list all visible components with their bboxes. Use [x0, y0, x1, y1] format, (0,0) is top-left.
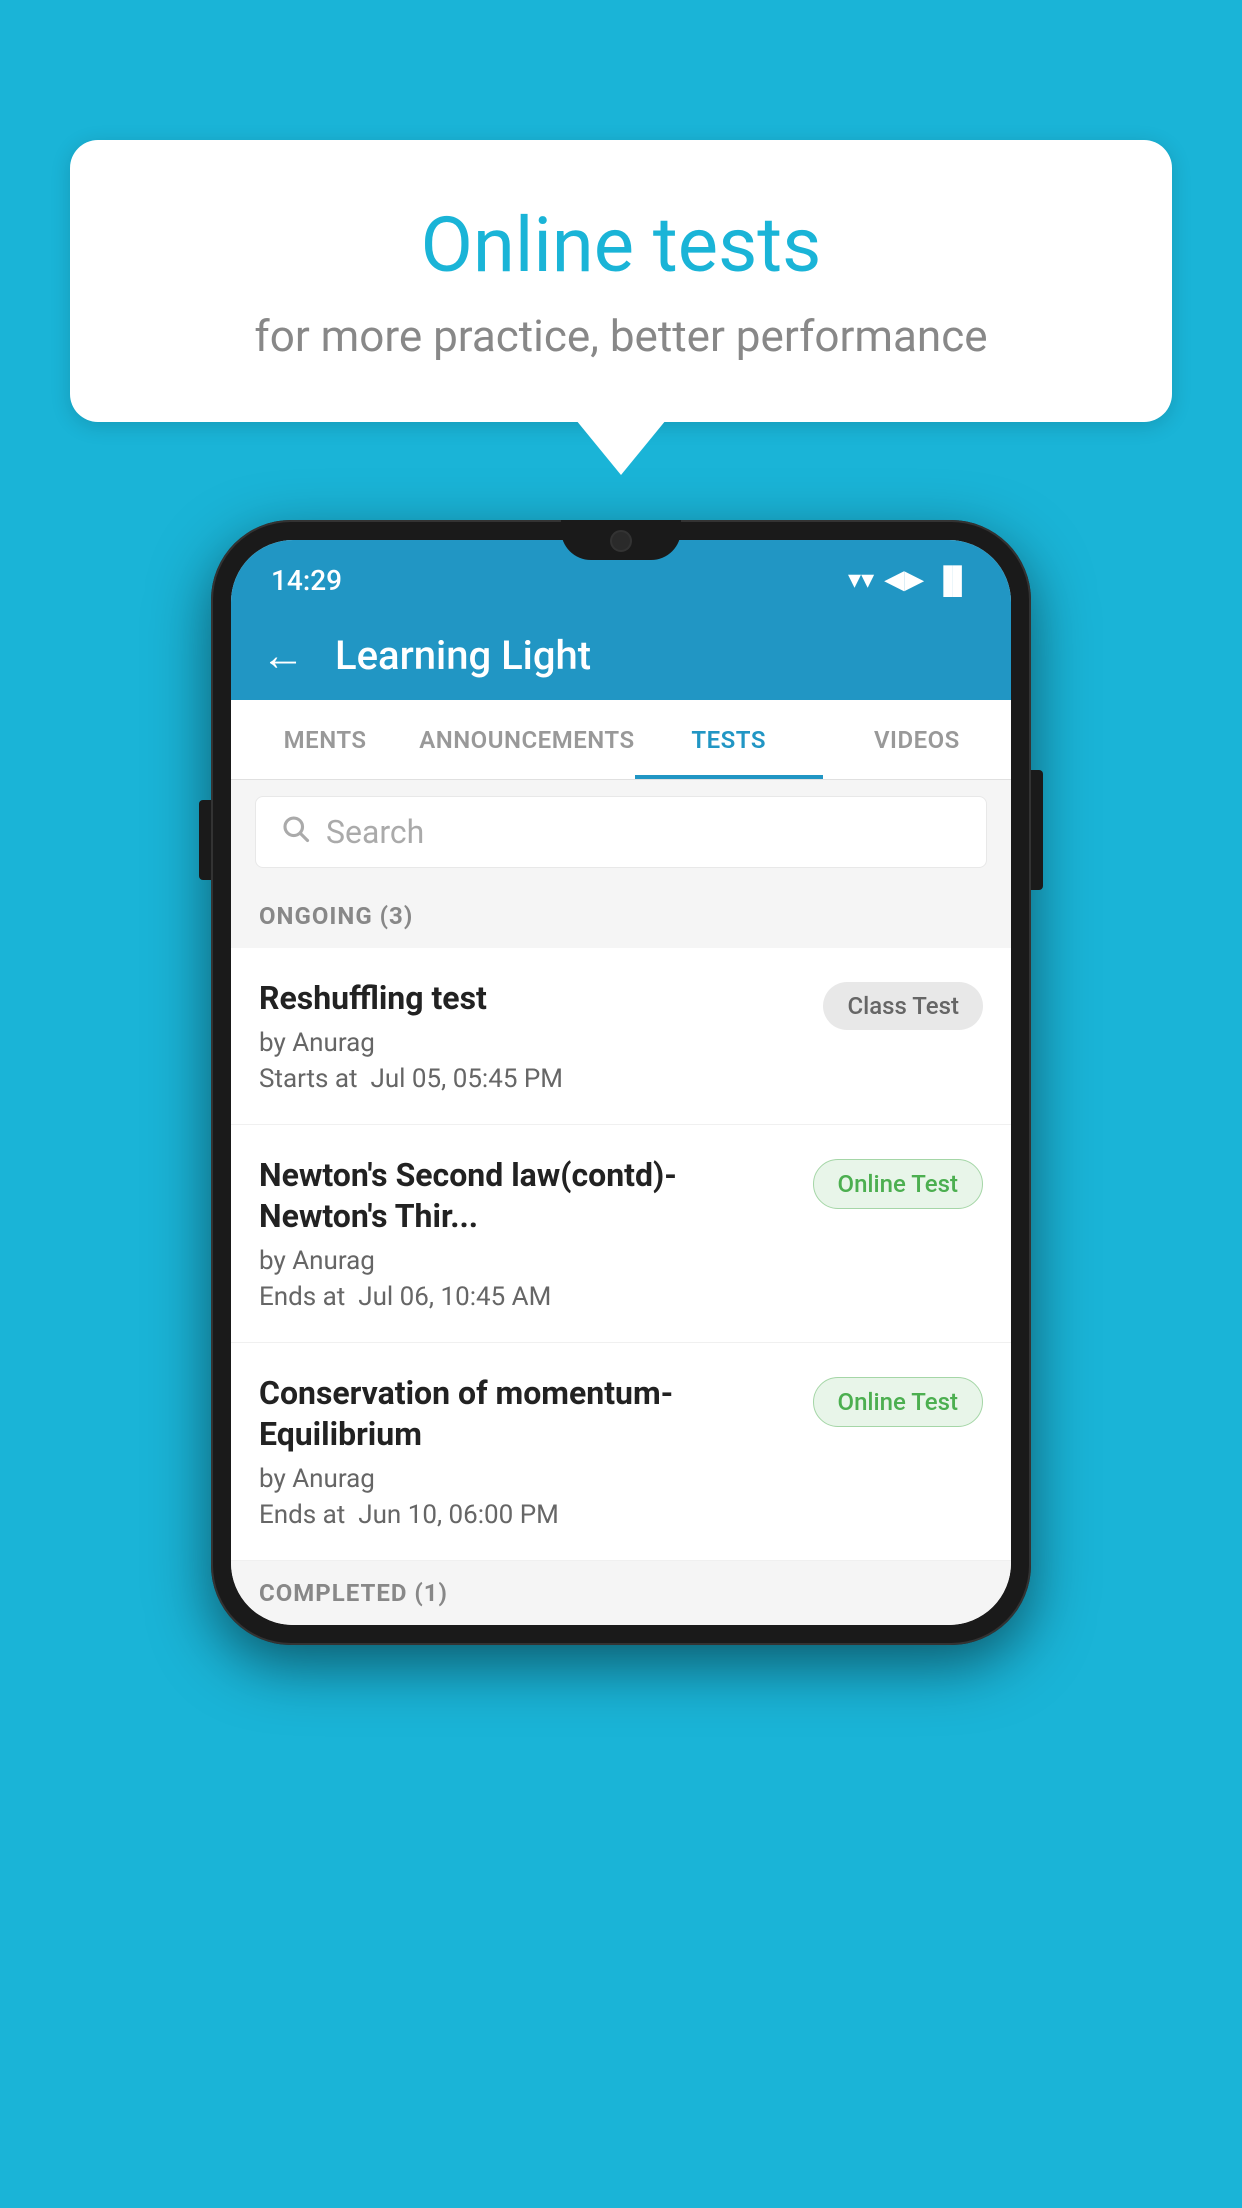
phone-wrapper: 14:29 ▾▾ ◀▶ ▐▌ ← Learning Light MENTS AN…: [211, 520, 1031, 1645]
tab-videos[interactable]: VIDEOS: [823, 700, 1011, 779]
test-item-3[interactable]: Conservation of momentum-Equilibrium by …: [231, 1343, 1011, 1561]
test-date-2: Ends at Jul 06, 10:45 AM: [259, 1282, 793, 1312]
tab-ments[interactable]: MENTS: [231, 700, 419, 779]
speech-bubble-container: Online tests for more practice, better p…: [70, 140, 1172, 475]
signal-icon: ◀▶: [884, 565, 924, 595]
speech-bubble: Online tests for more practice, better p…: [70, 140, 1172, 422]
back-arrow-icon[interactable]: ←: [261, 629, 305, 681]
speech-bubble-subtitle: for more practice, better performance: [150, 310, 1092, 362]
tab-announcements[interactable]: ANNOUNCEMENTS: [419, 700, 634, 779]
battery-icon: ▐▌: [934, 565, 971, 596]
test-name-3: Conservation of momentum-Equilibrium: [259, 1373, 793, 1456]
test-info-2: Newton's Second law(contd)-Newton's Thir…: [259, 1155, 813, 1312]
phone-screen: 14:29 ▾▾ ◀▶ ▐▌ ← Learning Light MENTS AN…: [231, 540, 1011, 1625]
test-name-2: Newton's Second law(contd)-Newton's Thir…: [259, 1155, 793, 1238]
status-icons: ▾▾ ◀▶ ▐▌: [848, 565, 971, 596]
search-container: Search: [231, 780, 1011, 884]
test-list: Reshuffling test by Anurag Starts at Jul…: [231, 948, 1011, 1561]
wifi-icon: ▾▾: [848, 565, 874, 595]
search-placeholder: Search: [326, 813, 424, 851]
tab-tests[interactable]: TESTS: [635, 700, 823, 779]
search-icon: [280, 813, 310, 851]
search-input-wrapper[interactable]: Search: [255, 796, 987, 868]
speech-bubble-arrow: [576, 420, 666, 475]
test-badge-1: Class Test: [823, 982, 983, 1030]
app-bar: ← Learning Light: [231, 610, 1011, 700]
test-author-1: by Anurag: [259, 1028, 803, 1058]
test-badge-3: Online Test: [813, 1377, 983, 1427]
test-date-1: Starts at Jul 05, 05:45 PM: [259, 1064, 803, 1094]
phone-camera: [610, 530, 632, 552]
test-badge-2: Online Test: [813, 1159, 983, 1209]
test-date-3: Ends at Jun 10, 06:00 PM: [259, 1500, 793, 1530]
speech-bubble-title: Online tests: [150, 200, 1092, 290]
ongoing-section-header: ONGOING (3): [231, 884, 1011, 948]
test-info-3: Conservation of momentum-Equilibrium by …: [259, 1373, 813, 1530]
tabs-bar: MENTS ANNOUNCEMENTS TESTS VIDEOS: [231, 700, 1011, 780]
phone-outer: 14:29 ▾▾ ◀▶ ▐▌ ← Learning Light MENTS AN…: [211, 520, 1031, 1645]
phone-notch: [561, 520, 681, 560]
test-info-1: Reshuffling test by Anurag Starts at Jul…: [259, 978, 823, 1094]
test-author-2: by Anurag: [259, 1246, 793, 1276]
status-time: 14:29: [271, 564, 342, 597]
test-author-3: by Anurag: [259, 1464, 793, 1494]
test-name-1: Reshuffling test: [259, 978, 803, 1020]
completed-section-header: COMPLETED (1): [231, 1561, 1011, 1625]
test-item-2[interactable]: Newton's Second law(contd)-Newton's Thir…: [231, 1125, 1011, 1343]
app-title: Learning Light: [335, 632, 591, 679]
test-item-1[interactable]: Reshuffling test by Anurag Starts at Jul…: [231, 948, 1011, 1125]
